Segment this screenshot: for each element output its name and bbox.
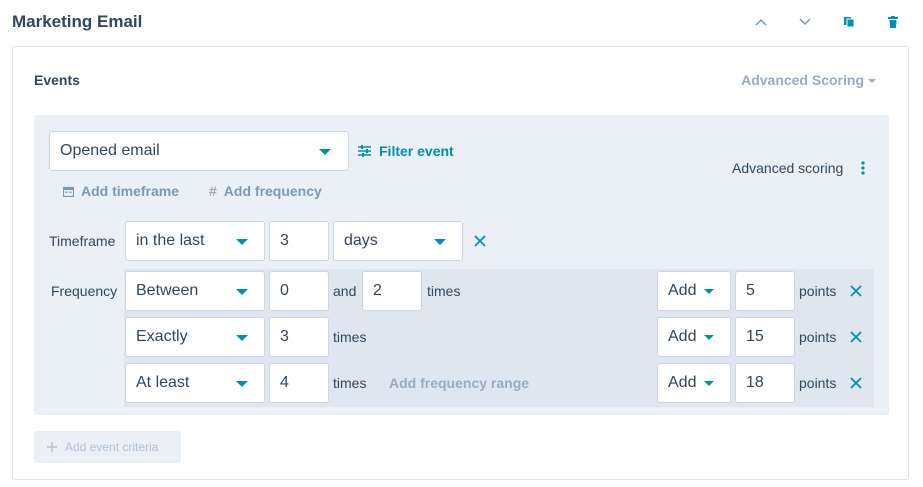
timeframe-value-input[interactable]: 3 bbox=[269, 221, 329, 261]
points-input[interactable]: 15 bbox=[735, 317, 795, 357]
add-frequency-button[interactable]: # Add frequency bbox=[209, 183, 322, 199]
kebab-icon[interactable] bbox=[861, 161, 865, 175]
timeframe-unit-value: days bbox=[344, 232, 378, 249]
timeframe-operator-select[interactable]: in the last bbox=[125, 221, 265, 261]
points-input[interactable]: 18 bbox=[735, 363, 795, 403]
filter-event-label: Filter event bbox=[379, 143, 454, 159]
frequency-min-input[interactable]: 0 bbox=[269, 271, 329, 311]
caret-down-icon bbox=[236, 335, 248, 341]
advanced-scoring-label: Advanced scoring bbox=[732, 160, 844, 176]
chevron-down-icon[interactable] bbox=[797, 14, 813, 30]
points-label: points bbox=[799, 283, 837, 299]
event-criteria-panel: Opened email Filter event Advanced scori… bbox=[34, 115, 889, 415]
close-icon[interactable] bbox=[474, 235, 486, 247]
times-label: times bbox=[427, 283, 461, 299]
caret-down-icon bbox=[704, 289, 714, 294]
times-label: times bbox=[333, 375, 367, 391]
add-frequency-range-link[interactable]: Add frequency range bbox=[389, 375, 529, 391]
frequency-max-input[interactable]: 2 bbox=[362, 271, 422, 311]
frequency-operator-value: Between bbox=[136, 282, 199, 299]
caret-down-icon bbox=[236, 381, 248, 387]
frequency-operator-value: Exactly bbox=[136, 328, 188, 345]
caret-down-icon bbox=[434, 239, 446, 245]
filter-event-button[interactable]: Filter event bbox=[358, 143, 454, 159]
caret-down-icon bbox=[868, 79, 876, 83]
timeframe-operator-value: in the last bbox=[136, 232, 205, 249]
frequency-operator-select[interactable]: Exactly bbox=[125, 317, 265, 357]
trash-icon[interactable] bbox=[885, 14, 901, 30]
points-label: points bbox=[799, 375, 837, 391]
frequency-value-input[interactable]: 4 bbox=[269, 363, 329, 403]
events-label: Events bbox=[34, 72, 80, 88]
event-select-value: Opened email bbox=[60, 142, 160, 159]
points-action-select[interactable]: Add bbox=[657, 317, 731, 357]
times-label: times bbox=[333, 329, 367, 345]
points-input[interactable]: 5 bbox=[735, 271, 795, 311]
caret-down-icon bbox=[319, 149, 331, 155]
close-icon[interactable] bbox=[850, 331, 862, 343]
points-action-select[interactable]: Add bbox=[657, 271, 731, 311]
points-action-value: Add bbox=[668, 282, 697, 299]
advanced-scoring-dropdown[interactable]: Advanced Scoring bbox=[741, 72, 876, 88]
section-title: Marketing Email bbox=[12, 12, 143, 31]
frequency-label: Frequency bbox=[51, 283, 118, 299]
close-icon[interactable] bbox=[850, 285, 862, 297]
event-select[interactable]: Opened email bbox=[49, 131, 349, 171]
frequency-operator-select[interactable]: At least bbox=[125, 363, 265, 403]
timeframe-label: Timeframe bbox=[49, 233, 116, 249]
plus-icon bbox=[47, 442, 57, 452]
add-frequency-label: Add frequency bbox=[223, 183, 322, 199]
points-action-select[interactable]: Add bbox=[657, 363, 731, 403]
caret-down-icon bbox=[704, 335, 714, 340]
add-timeframe-button[interactable]: Add timeframe bbox=[63, 183, 179, 199]
caret-down-icon bbox=[704, 381, 714, 386]
points-action-value: Add bbox=[668, 328, 697, 345]
advanced-scoring-dropdown-label: Advanced Scoring bbox=[741, 72, 864, 88]
add-timeframe-label: Add timeframe bbox=[81, 183, 180, 199]
hash-icon: # bbox=[209, 183, 217, 199]
filter-icon bbox=[358, 145, 371, 157]
add-event-criteria-button[interactable]: Add event criteria bbox=[34, 431, 181, 463]
add-event-criteria-label: Add event criteria bbox=[65, 440, 159, 454]
frequency-operator-select[interactable]: Between bbox=[125, 271, 265, 311]
and-label: and bbox=[333, 283, 357, 299]
points-action-value: Add bbox=[668, 374, 697, 391]
close-icon[interactable] bbox=[850, 377, 862, 389]
clone-icon[interactable] bbox=[841, 14, 857, 30]
events-card: Events Advanced Scoring Opened email Fil… bbox=[12, 46, 909, 480]
caret-down-icon bbox=[236, 239, 248, 245]
caret-down-icon bbox=[236, 289, 248, 295]
calendar-icon bbox=[63, 186, 74, 197]
chevron-up-icon[interactable] bbox=[753, 14, 769, 30]
points-label: points bbox=[799, 329, 837, 345]
frequency-value-input[interactable]: 3 bbox=[269, 317, 329, 357]
timeframe-unit-select[interactable]: days bbox=[333, 221, 463, 261]
frequency-operator-value: At least bbox=[136, 374, 190, 391]
